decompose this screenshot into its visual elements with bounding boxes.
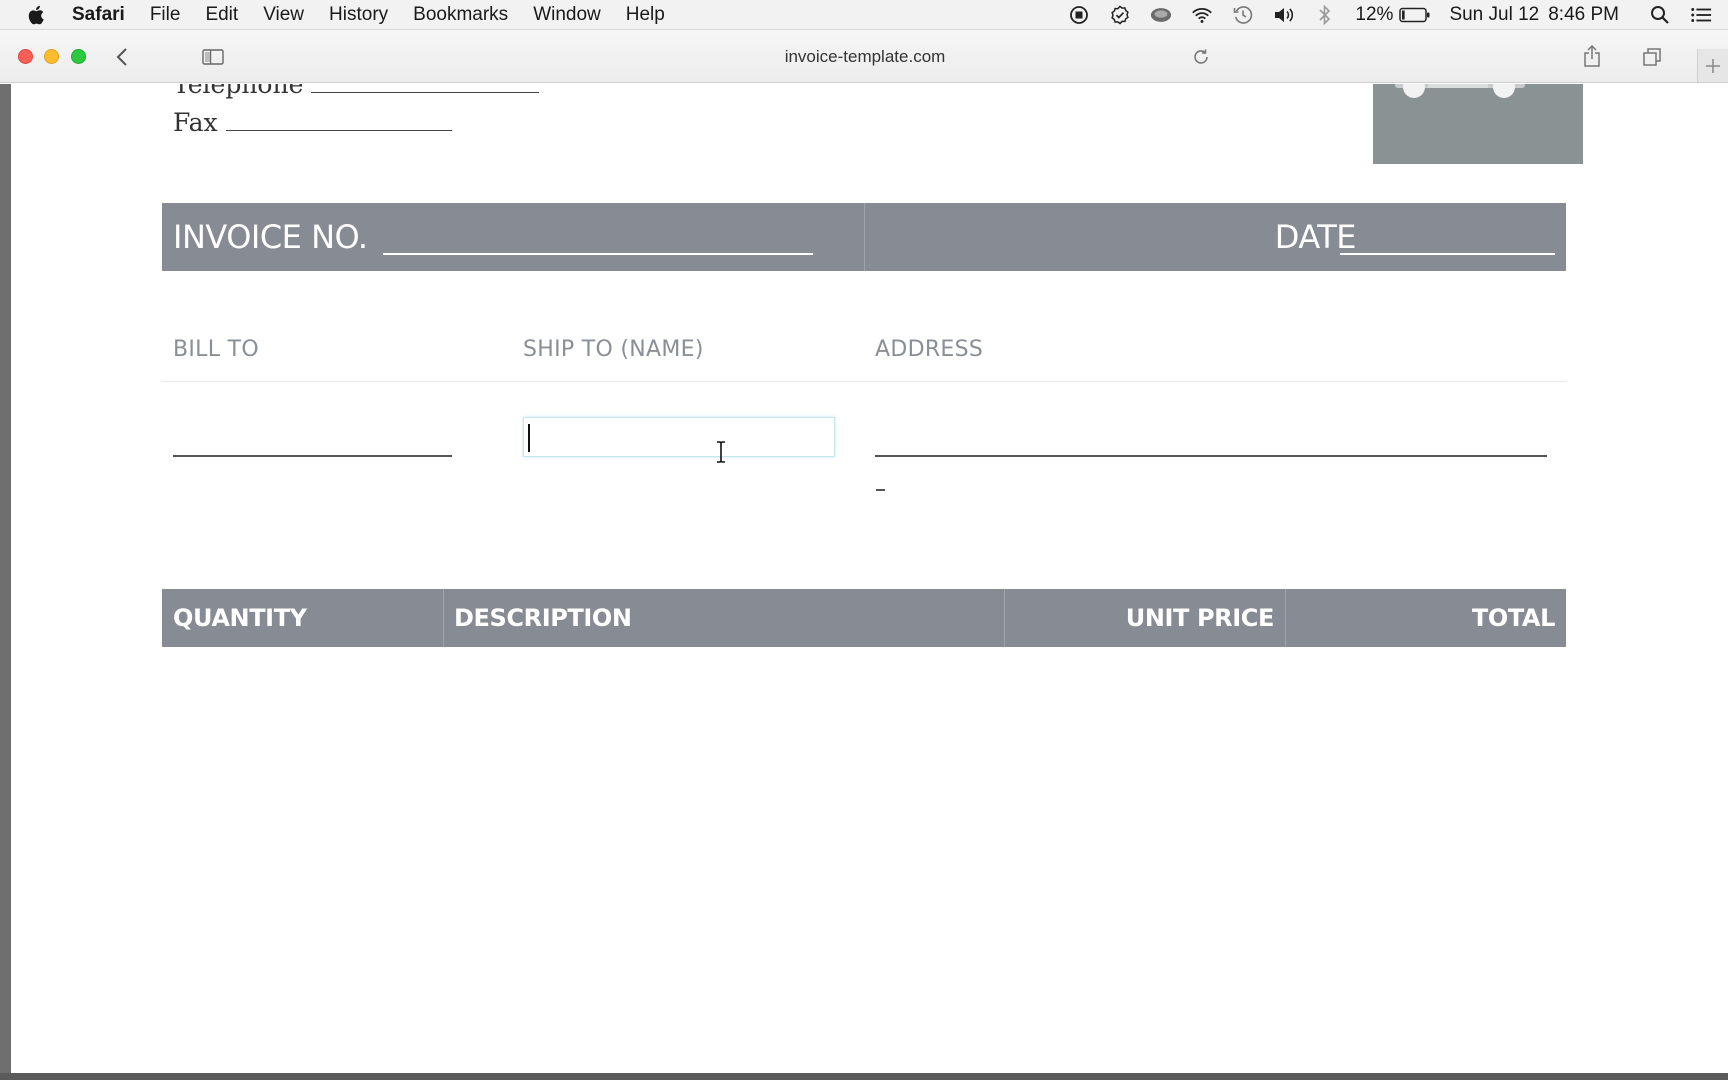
show-tabs-button[interactable]	[1640, 45, 1664, 69]
telephone-field[interactable]	[311, 84, 540, 93]
bill-to-field[interactable]	[173, 455, 452, 457]
checkmark-badge-icon[interactable]	[1109, 4, 1131, 26]
total-column-header: TOTAL	[1471, 604, 1556, 632]
column-divider	[1004, 589, 1005, 647]
menu-bookmarks[interactable]: Bookmarks	[413, 4, 508, 26]
menu-view[interactable]: View	[263, 4, 304, 26]
tabs-overview-icon	[1643, 48, 1661, 66]
reload-button[interactable]	[1189, 45, 1213, 69]
spotlight-search-icon[interactable]	[1649, 4, 1671, 26]
menu-date[interactable]: Sun Jul 12	[1449, 4, 1539, 26]
plus-icon	[1706, 58, 1720, 73]
notification-center-icon[interactable]	[1690, 4, 1712, 26]
bill-to-header: BILL TO	[173, 337, 259, 362]
stop-record-icon[interactable]	[1068, 4, 1090, 26]
sidebar-icon	[202, 49, 224, 65]
browser-toolbar: invoice-template.com	[0, 30, 1728, 83]
invoice-no-label: INVOICE NO.	[173, 218, 368, 256]
window-shadow-left	[0, 84, 11, 1080]
invoice-page: Telephone Fax INVOICE NO. DATE BILL TO S…	[0, 84, 1728, 1074]
reload-icon	[1194, 49, 1208, 64]
invoice-no-field[interactable]	[383, 253, 813, 255]
window-minimize-button[interactable]	[44, 49, 59, 64]
url-text: invoice-template.com	[784, 47, 946, 66]
address-second-line[interactable]	[876, 489, 885, 491]
quantity-column-header: QUANTITY	[173, 604, 307, 632]
menu-time[interactable]: 8:46 PM	[1548, 4, 1619, 26]
share-button[interactable]	[1580, 43, 1604, 69]
ship-to-input[interactable]	[523, 417, 835, 457]
window-zoom-button[interactable]	[71, 49, 86, 64]
logo-image-icon	[1395, 84, 1525, 98]
share-icon	[1584, 44, 1600, 67]
ibeam-cursor-icon	[717, 441, 725, 463]
band-divider	[864, 203, 865, 271]
menu-file[interactable]: File	[150, 4, 181, 26]
fax-label: Fax	[173, 108, 218, 137]
new-tab-button[interactable]	[1697, 49, 1728, 82]
apple-menu-icon[interactable]	[26, 3, 48, 27]
unit-price-column-header: UNIT PRICE	[1125, 604, 1275, 632]
telephone-row: Telephone	[173, 84, 540, 99]
chevron-left-icon	[116, 48, 127, 66]
date-field[interactable]	[1340, 253, 1555, 255]
date-label: DATE	[1274, 218, 1357, 256]
address-bar[interactable]: invoice-template.com	[515, 41, 1215, 73]
wifi-icon[interactable]	[1191, 4, 1213, 26]
ship-to-header: SHIP TO (NAME)	[523, 337, 704, 362]
battery-percent[interactable]: 12%	[1355, 4, 1393, 26]
menu-help[interactable]: Help	[626, 4, 665, 26]
status-area: 12% Sun Jul 12 8:46 PM	[1068, 0, 1728, 30]
invoice-number-band: INVOICE NO. DATE	[162, 203, 1566, 271]
text-caret	[528, 424, 530, 452]
window-shadow-bottom	[0, 1073, 1728, 1080]
column-divider	[443, 589, 444, 647]
menu-edit[interactable]: Edit	[205, 4, 238, 26]
menu-app-name[interactable]: Safari	[72, 4, 125, 26]
description-column-header: DESCRIPTION	[454, 604, 632, 632]
menu-window[interactable]: Window	[533, 4, 601, 26]
volume-icon[interactable]	[1273, 4, 1295, 26]
time-machine-icon[interactable]	[1232, 4, 1254, 26]
bluetooth-icon[interactable]	[1314, 4, 1336, 26]
sidebar-toggle-button[interactable]	[200, 45, 226, 69]
line-items-header: QUANTITY DESCRIPTION UNIT PRICE TOTAL	[162, 589, 1566, 647]
menu-bar: Safari File Edit View History Bookmarks …	[0, 0, 1728, 30]
cloud-app-icon[interactable]	[1150, 4, 1172, 26]
header-divider	[162, 381, 1566, 382]
address-header: ADDRESS	[875, 337, 984, 362]
window-close-button[interactable]	[18, 49, 33, 64]
address-field[interactable]	[875, 455, 1547, 457]
fax-field[interactable]	[225, 111, 452, 131]
fax-row: Fax	[173, 108, 452, 137]
menu-history[interactable]: History	[329, 4, 388, 26]
back-button[interactable]	[110, 45, 134, 69]
column-divider	[1285, 589, 1286, 647]
battery-icon[interactable]	[1399, 4, 1431, 26]
telephone-label: Telephone	[173, 84, 304, 99]
logo-placeholder[interactable]	[1373, 84, 1583, 164]
